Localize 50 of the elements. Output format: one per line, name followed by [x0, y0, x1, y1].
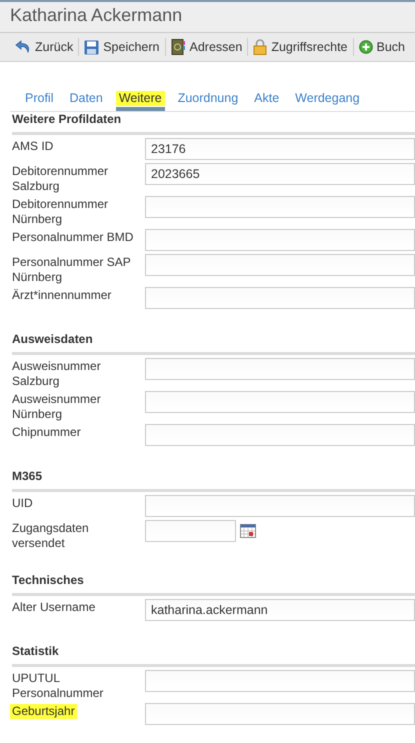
input-field[interactable] [145, 703, 415, 725]
field-label: Personalnummer SAP Nürnberg [12, 255, 132, 284]
tab[interactable]: Zuordnung [178, 90, 238, 111]
field-label: Personalnummer BMD [12, 230, 134, 244]
calendar-icon[interactable] [240, 524, 256, 538]
input-field[interactable] [145, 254, 415, 276]
section-heading: Ausweisdaten [12, 332, 415, 355]
input-field[interactable] [145, 391, 415, 413]
input-field[interactable]: katharina.ackermann [145, 599, 415, 621]
field-label: Debitorennummer Nürnberg [12, 197, 110, 226]
tab[interactable]: Werdegang [295, 90, 360, 111]
toolbar-button[interactable]: Zurück [12, 38, 76, 56]
input-field[interactable] [145, 196, 415, 218]
toolbar-button[interactable]: Buch [356, 38, 408, 56]
field-label: Ausweisnummer Nürnberg [12, 392, 102, 421]
input-field[interactable] [145, 358, 415, 380]
field-label: AMS ID [12, 139, 54, 154]
field-label: UID [12, 496, 33, 510]
toolbar-button[interactable]: Adressen [168, 37, 246, 57]
input-field[interactable] [145, 495, 415, 517]
field-label: Debitorennummer Salzburg [12, 164, 110, 193]
tab[interactable]: Akte [254, 90, 280, 111]
field-label: Ärzt*innennummer [12, 288, 112, 302]
field-label: Zugangsdaten versendet [12, 521, 90, 550]
section-heading: Technisches [12, 573, 415, 596]
book-icon [170, 39, 186, 55]
back-arrow-icon [15, 40, 31, 54]
input-field[interactable] [145, 229, 415, 251]
input-field[interactable] [145, 287, 415, 309]
input-field[interactable]: 23176 [145, 138, 415, 160]
date-field[interactable] [145, 520, 236, 542]
field-label: Chipnummer [12, 425, 81, 440]
toolbar-button[interactable]: Zugriffsrechte [250, 37, 351, 57]
field-label: UPUTUL Personalnummer [12, 671, 104, 700]
input-field[interactable] [145, 424, 415, 446]
field-label: Geburtsjahr [10, 704, 77, 718]
input-field[interactable] [145, 670, 415, 692]
lock-icon [253, 39, 268, 55]
section-heading: Statistik [12, 644, 415, 667]
tab[interactable]: Profil [25, 90, 54, 111]
tab[interactable]: Weitere [116, 90, 165, 111]
section-heading: Weitere Profildaten [12, 112, 415, 135]
section-heading: M365 [12, 469, 415, 492]
add-icon [358, 40, 373, 54]
toolbar-button[interactable]: Speichern [81, 38, 162, 56]
field-label: Alter Username [12, 600, 96, 614]
window-title: Katharina Ackermann [10, 5, 182, 26]
tab[interactable]: Daten [69, 90, 103, 111]
field-label: Ausweisnummer Salzburg [12, 359, 102, 388]
input-field[interactable]: 2023665 [145, 163, 415, 185]
